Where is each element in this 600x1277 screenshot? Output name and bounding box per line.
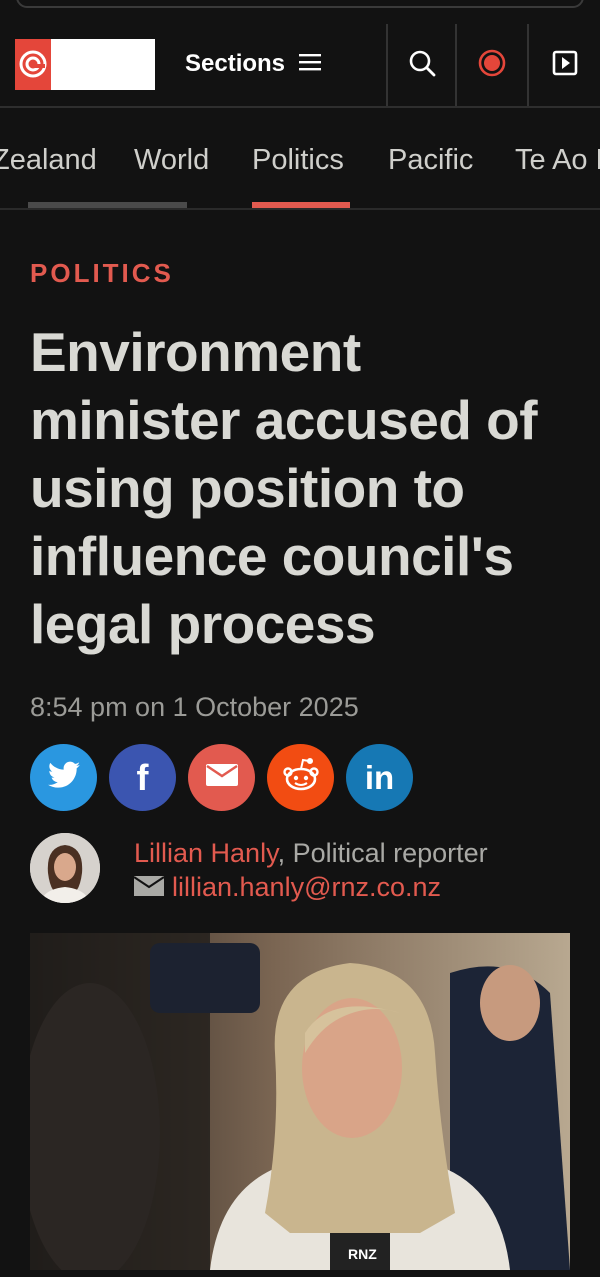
article-kicker[interactable]: POLITICS <box>30 258 174 289</box>
article-lead-photo[interactable]: RNZ <box>30 933 570 1270</box>
email-icon <box>205 764 238 791</box>
browser-url-bar[interactable] <box>16 0 584 8</box>
tab-politics[interactable]: Politics <box>252 144 344 177</box>
author-role: , Political reporter <box>277 838 488 868</box>
author-email-row[interactable]: lillian.hanly@rnz.co.nz <box>133 872 441 903</box>
tab-scroll-indicator <box>28 202 187 208</box>
facebook-icon: f <box>136 756 149 798</box>
sections-label: Sections <box>185 50 286 77</box>
article-date: 8:54 pm on 1 October 2025 <box>30 692 359 722</box>
share-linkedin-button[interactable]: in <box>346 744 413 811</box>
rnz-mic-label: RNZ <box>348 1246 377 1262</box>
linkedin-icon: in <box>364 758 395 796</box>
live-button[interactable] <box>457 24 527 106</box>
author-email-link[interactable]: lillian.hanly@rnz.co.nz <box>172 872 441 903</box>
share-reddit-button[interactable] <box>267 744 334 811</box>
tab-new-zealand[interactable]: Zealand <box>0 144 97 177</box>
menu-icon <box>299 50 322 78</box>
live-radio-icon <box>477 48 507 83</box>
share-email-button[interactable] <box>188 744 255 811</box>
share-facebook-button[interactable]: f <box>109 744 176 811</box>
section-tabs: Zealand World Politics Pacific Te Ao M <box>0 106 600 210</box>
search-icon <box>408 49 436 82</box>
player-button[interactable] <box>529 24 600 106</box>
play-icon <box>552 50 578 81</box>
tab-te-ao-maori[interactable]: Te Ao M <box>515 144 600 177</box>
site-header: Sections <box>0 24 600 108</box>
article-headline: Environment minister accused of using po… <box>30 321 538 655</box>
rnz-logo[interactable] <box>15 39 51 90</box>
twitter-icon <box>47 761 80 794</box>
share-twitter-button[interactable] <box>30 744 97 811</box>
logo-wordmark-area[interactable] <box>51 39 155 90</box>
author-byline: Lillian Hanly, Political reporter <box>134 838 488 869</box>
sections-button[interactable]: Sections <box>185 48 322 80</box>
tab-world[interactable]: World <box>134 144 209 177</box>
author-avatar[interactable] <box>30 833 100 903</box>
envelope-icon <box>133 872 165 903</box>
reddit-icon <box>280 757 322 798</box>
active-tab-underline <box>252 202 350 208</box>
search-button[interactable] <box>388 24 455 106</box>
author-name-link[interactable]: Lillian Hanly <box>134 838 278 868</box>
tab-pacific[interactable]: Pacific <box>388 144 473 177</box>
